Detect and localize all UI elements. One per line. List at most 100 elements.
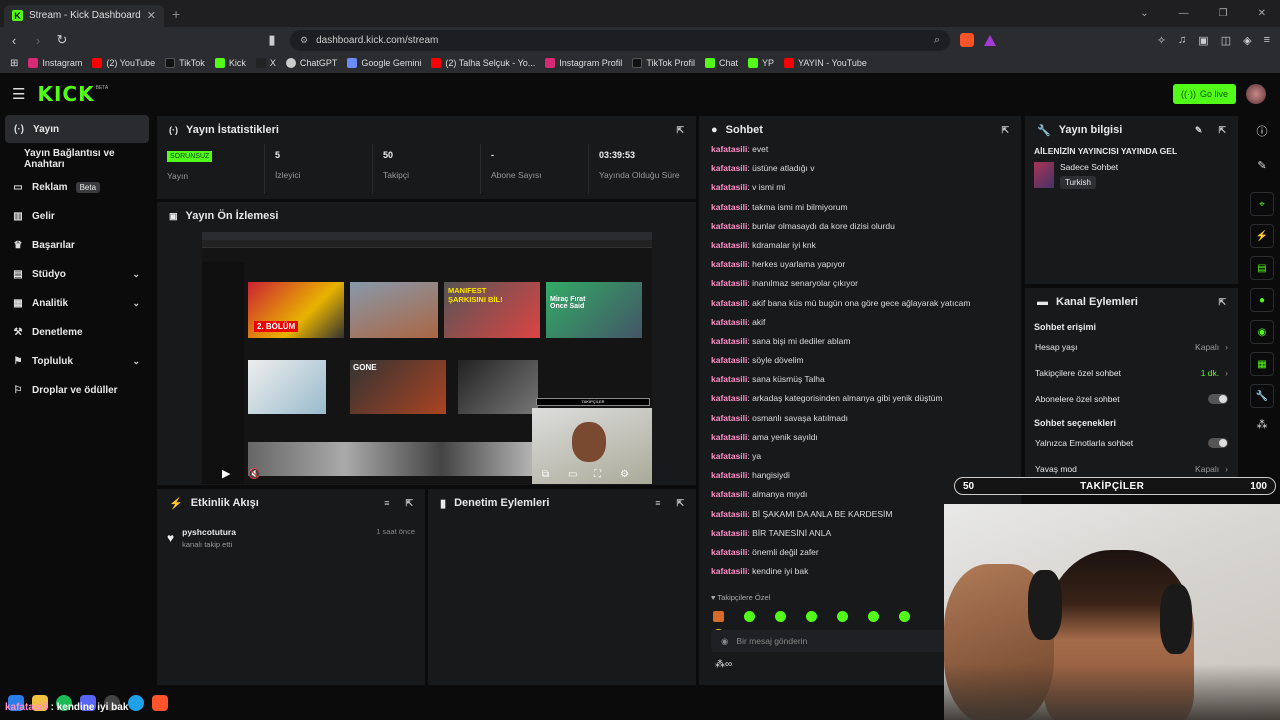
apps-icon[interactable]: ⊞	[10, 58, 18, 69]
mute-icon[interactable]: 🔇	[248, 469, 260, 480]
go-live-button[interactable]: ((·)) Go live	[1172, 84, 1236, 104]
sidebar-item-basarilar[interactable]: ♛ Başarılar	[0, 231, 154, 260]
stream-preview-video[interactable]: 2. BÖLÜM MANIFEST ŞARKISINI BİL! Miraç F…	[202, 232, 652, 484]
popout-icon[interactable]: ⇱	[676, 498, 684, 509]
emote-icon[interactable]	[744, 611, 755, 622]
emote-icon[interactable]	[775, 611, 786, 622]
play-icon[interactable]: ▶	[222, 467, 230, 480]
sidebar-item-denetleme[interactable]: ⚒ Denetleme	[0, 318, 154, 347]
maximize-icon[interactable]: ❐	[1219, 8, 1228, 19]
chat-username[interactable]: kafatasili	[711, 182, 747, 192]
extensions-icon[interactable]: ✧	[1157, 34, 1166, 47]
emoji-picker-icon[interactable]: ◉	[721, 636, 728, 647]
chat-username[interactable]: kafatasili	[711, 317, 747, 327]
broadcast-icon[interactable]: ◉	[1250, 320, 1274, 344]
chat-username[interactable]: kafatasili	[711, 240, 747, 250]
emote-only-toggle[interactable]	[1208, 438, 1228, 448]
target-icon[interactable]: ⌖	[1250, 192, 1274, 216]
close-tab-icon[interactable]: ✕	[147, 9, 156, 22]
bookmark-instagram[interactable]: Instagram	[28, 58, 82, 68]
edit-icon[interactable]: ✎	[1244, 159, 1280, 172]
bookmark-x[interactable]: X	[255, 58, 276, 68]
brave-shields-icon[interactable]	[960, 33, 974, 47]
filter-icon[interactable]: ≡	[655, 498, 660, 508]
chat-username[interactable]: kafatasili	[711, 374, 747, 384]
filter-icon[interactable]: ≡	[384, 498, 389, 508]
popout-icon[interactable]: ⇱	[1218, 297, 1226, 308]
fullscreen-icon[interactable]: ⛶	[594, 469, 601, 480]
brave-rewards-icon[interactable]	[984, 34, 996, 46]
emote-icon[interactable]	[806, 611, 817, 622]
bookmark-youtube[interactable]: (2) YouTube	[92, 58, 155, 68]
chat-username[interactable]: kafatasili	[711, 163, 747, 173]
zoom-icon[interactable]: ⌕	[934, 34, 940, 47]
browser-tab[interactable]: K Stream - Kick Dashboard ✕	[4, 4, 164, 27]
emote-icon[interactable]	[868, 611, 879, 622]
edge-icon[interactable]	[128, 695, 144, 711]
chat-username[interactable]: kafatasili	[711, 393, 747, 403]
avatar[interactable]	[1246, 84, 1266, 104]
sidebar-item-gelir[interactable]: ▥ Gelir	[0, 202, 154, 231]
sidebar-item-analitik[interactable]: ▦ Analitik ⌄	[0, 289, 154, 318]
bookmark-instagram-profil[interactable]: Instagram Profil	[545, 58, 622, 68]
pip-icon[interactable]: ⧉	[542, 469, 549, 480]
chat-icon[interactable]: ●	[1250, 288, 1274, 312]
event-user[interactable]: pyshcotutura	[182, 527, 236, 537]
chat-username[interactable]: kafatasili	[711, 202, 747, 212]
address-input[interactable]: ⚙ dashboard.kick.com/stream ⌕	[290, 29, 950, 51]
chat-username[interactable]: kafatasili	[711, 509, 747, 519]
emote-icon[interactable]	[713, 611, 724, 622]
tab-search-icon[interactable]: ⌄	[1140, 8, 1148, 19]
chat-username[interactable]: kafatasili	[711, 221, 747, 231]
chat-username[interactable]: kafatasili	[711, 528, 747, 538]
bookmark-chatgpt[interactable]: ChatGPT	[285, 58, 337, 68]
menu-icon[interactable]: ≡	[1264, 34, 1270, 47]
chat-username[interactable]: kafatasili	[711, 451, 747, 461]
chat-username[interactable]: kafatasili	[711, 470, 747, 480]
vpn-icon[interactable]: ◈	[1243, 34, 1251, 47]
reload-icon[interactable]: ↻	[52, 32, 72, 48]
edit-icon[interactable]: ✎	[1195, 125, 1203, 136]
wrench-icon[interactable]: 🔧	[1250, 384, 1274, 408]
chat-username[interactable]: kafatasili	[711, 278, 747, 288]
chat-username[interactable]: kafatasili	[711, 432, 747, 442]
lightning-icon[interactable]: ⚡	[1250, 224, 1274, 248]
forward-icon[interactable]: ›	[28, 33, 48, 48]
bookmark-kick[interactable]: Kick	[214, 58, 246, 68]
emote-icon[interactable]	[837, 611, 848, 622]
popout-icon[interactable]: ⇱	[405, 498, 413, 509]
chat-username[interactable]: kafatasili	[711, 489, 747, 499]
media-icon[interactable]: ♫	[1178, 34, 1186, 47]
bookmark-yp[interactable]: YP	[748, 58, 774, 68]
bookmark-yayin-youtube[interactable]: YAYIN - YouTube	[784, 58, 867, 68]
brave-icon[interactable]	[152, 695, 168, 711]
chat-username[interactable]: kafatasili	[711, 336, 747, 346]
sidebar-toggle-icon[interactable]: ▣	[1198, 34, 1208, 47]
settings-gear-icon[interactable]: ⚙	[620, 469, 629, 480]
chat-username[interactable]: kafatasili	[711, 298, 747, 308]
sidebar-item-droplar[interactable]: ⚐ Droplar ve ödüller	[0, 376, 154, 405]
document-icon[interactable]: ▤	[1250, 256, 1274, 280]
bookmark-talha-youtube[interactable]: (2) Talha Selçuk - Yo...	[431, 58, 535, 68]
chat-username[interactable]: kafatasili	[711, 547, 747, 557]
popout-icon[interactable]: ⇱	[1001, 125, 1009, 136]
site-info-icon[interactable]: ⚙	[300, 35, 308, 46]
chat-username[interactable]: kafatasili	[711, 355, 747, 365]
minimize-icon[interactable]: —	[1179, 8, 1189, 19]
wallet-icon[interactable]: ◫	[1221, 34, 1231, 47]
setting-account-age[interactable]: Hesap yaşı Kapalı ›	[1025, 334, 1238, 360]
chat-username[interactable]: kafatasili	[711, 413, 747, 423]
window-close-icon[interactable]: ✕	[1258, 8, 1266, 19]
info-icon[interactable]: ⓘ	[1244, 123, 1280, 139]
sidebar-item-studyo[interactable]: ▤ Stüdyo ⌄	[0, 260, 154, 289]
kick-logo[interactable]: KICK	[37, 82, 94, 106]
sidebar-item-yayin[interactable]: (·) Yayın	[5, 115, 149, 143]
emote-icon[interactable]	[899, 611, 910, 622]
popout-icon[interactable]: ⇱	[676, 125, 684, 136]
chat-input[interactable]: ◉ Bir mesaj gönderin	[711, 630, 951, 652]
sidebar-item-topluluk[interactable]: ⚑ Topluluk ⌄	[0, 347, 154, 376]
sidebar-item-stream-key[interactable]: Yayın Bağlantısı ve Anahtarı	[0, 144, 154, 173]
more-icon[interactable]: ⁂	[1244, 418, 1280, 431]
subscribers-only-toggle[interactable]	[1208, 394, 1228, 404]
hamburger-menu-icon[interactable]: ☰	[12, 85, 25, 103]
